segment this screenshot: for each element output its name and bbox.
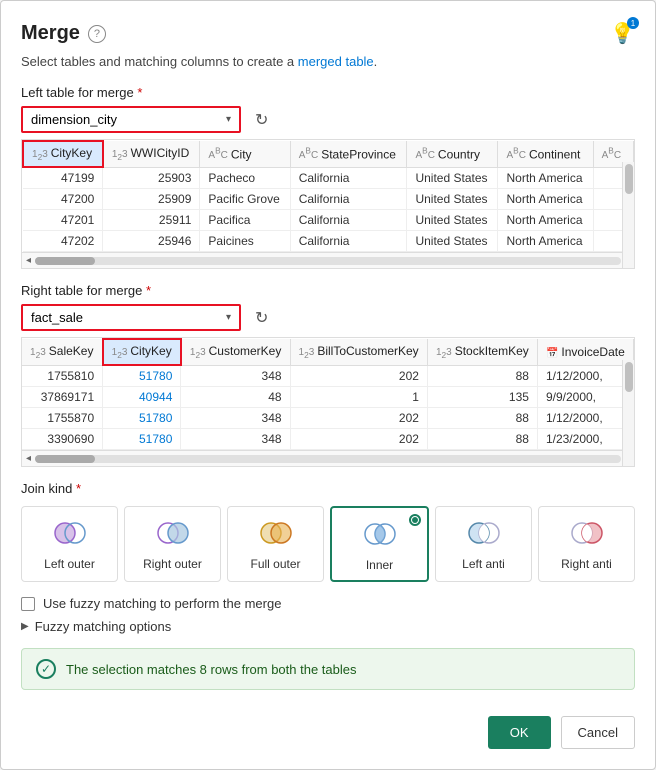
join-options: Left outer Right outer Full outer	[21, 506, 635, 582]
join-left-anti-label: Left anti	[462, 557, 505, 571]
left-outer-icon	[52, 515, 88, 551]
ok-button[interactable]: OK	[488, 716, 551, 749]
right-required: *	[146, 283, 151, 298]
table-row: 3390690 51780 348 202 88 1/23/2000,	[22, 429, 634, 450]
fuzzy-expand-chevron: ▶	[21, 621, 29, 632]
success-banner: ✓ The selection matches 8 rows from both…	[21, 648, 635, 690]
right-col-billtocustomerkey[interactable]: 123BillToCustomerKey	[290, 339, 427, 365]
right-dropdown-chevron: ▾	[226, 312, 231, 323]
left-col-wwicityid[interactable]: 123WWICityID	[103, 141, 200, 167]
merge-dialog: Merge ? 💡 1 Select tables and matching c…	[0, 0, 656, 770]
left-table-hscroll[interactable]: ◂ ▸	[22, 252, 634, 268]
lightbulb-badge: 1	[627, 17, 639, 29]
table-row: 1755810 51780 348 202 88 1/12/2000,	[22, 365, 634, 387]
right-col-invoicedate[interactable]: 📅InvoiceDate	[537, 339, 633, 365]
right-data-table: 123SaleKey 123CityKey 123CustomerKey 123…	[22, 338, 634, 450]
success-icon: ✓	[36, 659, 56, 679]
dialog-subtitle: Select tables and matching columns to cr…	[21, 54, 635, 69]
right-outer-icon	[155, 515, 191, 551]
right-table-dropdown-row: fact_sale ▾ ↻	[21, 304, 635, 331]
left-dropdown-chevron: ▾	[226, 114, 231, 125]
fuzzy-expand[interactable]: ▶ Fuzzy matching options	[21, 619, 635, 634]
join-right-anti[interactable]: Right anti	[538, 506, 635, 582]
table-row: 47202 25946 Paicines California United S…	[23, 231, 634, 252]
left-table-dropdown[interactable]: dimension_city ▾	[21, 106, 241, 133]
left-table-label: Left table for merge *	[21, 85, 635, 100]
right-col-citykey[interactable]: 123CityKey	[103, 339, 181, 365]
left-table-dropdown-row: dimension_city ▾ ↻	[21, 106, 635, 133]
right-scroll-left[interactable]: ◂	[26, 453, 31, 464]
dialog-header: Merge ? 💡 1	[21, 21, 635, 46]
help-icon[interactable]: ?	[88, 25, 106, 43]
left-col-stateprovince[interactable]: ABCStateProvince	[290, 141, 407, 167]
right-col-salekey[interactable]: 123SaleKey	[22, 339, 103, 365]
join-right-outer[interactable]: Right outer	[124, 506, 221, 582]
right-table-refresh-btn[interactable]: ↻	[249, 306, 274, 330]
right-col-customerkey[interactable]: 123CustomerKey	[181, 339, 290, 365]
right-table-container: 123SaleKey 123CityKey 123CustomerKey 123…	[21, 337, 635, 467]
join-inner-label: Inner	[366, 558, 393, 572]
dialog-title: Merge	[21, 22, 80, 45]
table-row: 47200 25909 Pacific Grove California Uni…	[23, 189, 634, 210]
right-col-stockitemkey[interactable]: 123StockItemKey	[427, 339, 537, 365]
dialog-footer: OK Cancel	[21, 706, 635, 749]
join-right-anti-label: Right anti	[561, 557, 612, 571]
inner-icon	[362, 516, 398, 552]
fuzzy-expand-label: Fuzzy matching options	[35, 619, 172, 634]
left-col-citykey[interactable]: 123CityKey	[23, 141, 103, 167]
left-data-table: 123CityKey 123WWICityID ABCCity ABCState…	[22, 140, 634, 252]
table-row: 37869171 40944 48 1 135 9/9/2000,	[22, 387, 634, 408]
join-left-anti[interactable]: Left anti	[435, 506, 532, 582]
left-anti-icon	[466, 515, 502, 551]
right-anti-icon	[569, 515, 605, 551]
join-full-outer-label: Full outer	[250, 557, 300, 571]
merged-table-link[interactable]: merged table	[298, 54, 374, 69]
join-inner[interactable]: Inner	[330, 506, 429, 582]
table-row: 1755870 51780 348 202 88 1/12/2000,	[22, 408, 634, 429]
title-row: Merge ?	[21, 22, 106, 45]
success-message: The selection matches 8 rows from both t…	[66, 662, 356, 677]
table-row: 47201 25911 Pacifica California United S…	[23, 210, 634, 231]
cancel-button[interactable]: Cancel	[561, 716, 635, 749]
left-table-container: 123CityKey 123WWICityID ABCCity ABCState…	[21, 139, 635, 269]
left-col-country[interactable]: ABCCountry	[407, 141, 498, 167]
left-table-vscroll[interactable]	[622, 162, 634, 268]
lightbulb-container: 💡 1	[610, 21, 635, 46]
fuzzy-label: Use fuzzy matching to perform the merge	[43, 596, 281, 611]
left-col-continent[interactable]: ABCContinent	[498, 141, 593, 167]
table-row: 47199 25903 Pacheco California United St…	[23, 167, 634, 189]
join-kind-label: Join kind *	[21, 481, 635, 496]
left-required: *	[137, 85, 142, 100]
right-table-hscroll[interactable]: ◂ ▸	[22, 450, 634, 466]
right-table-label: Right table for merge *	[21, 283, 635, 298]
inner-radio-dot	[409, 514, 421, 526]
left-scroll-left[interactable]: ◂	[26, 255, 31, 266]
full-outer-icon	[258, 515, 294, 551]
join-required: *	[76, 481, 81, 496]
right-table-vscroll[interactable]	[622, 360, 634, 466]
left-col-city[interactable]: ABCCity	[200, 141, 290, 167]
left-table-refresh-btn[interactable]: ↻	[249, 108, 274, 132]
join-left-outer[interactable]: Left outer	[21, 506, 118, 582]
right-table-dropdown[interactable]: fact_sale ▾	[21, 304, 241, 331]
fuzzy-row: Use fuzzy matching to perform the merge	[21, 596, 635, 611]
join-full-outer[interactable]: Full outer	[227, 506, 324, 582]
join-left-outer-label: Left outer	[44, 557, 95, 571]
join-right-outer-label: Right outer	[143, 557, 202, 571]
fuzzy-checkbox[interactable]	[21, 597, 35, 611]
